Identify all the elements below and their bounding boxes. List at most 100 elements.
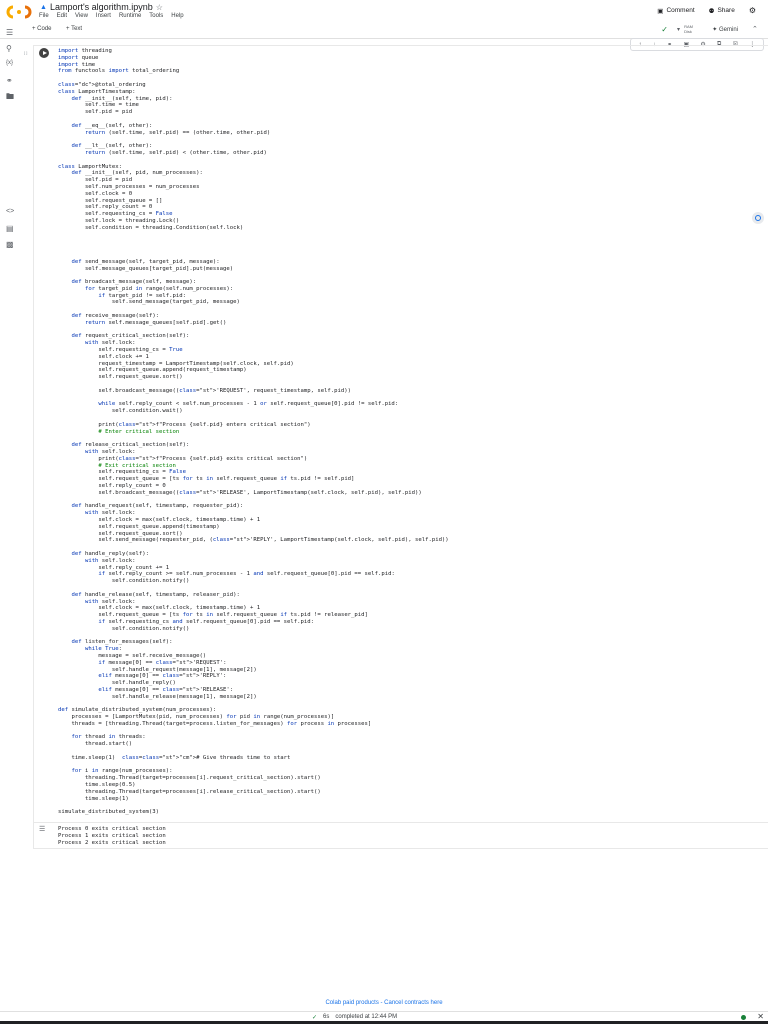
variables-icon[interactable]: {x}	[6, 60, 13, 66]
code-line[interactable]: processes = [LamportMutex(pid, num_proce…	[58, 714, 449, 721]
code-line[interactable]: self.pid = pid	[58, 109, 449, 116]
code-line[interactable]: self.handle_release(message[1], message[…	[58, 694, 449, 701]
code-line[interactable]: self.num_processes = num_processes	[58, 184, 449, 191]
code-line[interactable]: with self.lock:	[58, 510, 449, 517]
code-line[interactable]	[58, 395, 449, 402]
code-line[interactable]: self.clock = 0	[58, 191, 449, 198]
code-line[interactable]: import threading	[58, 48, 449, 55]
code-line[interactable]	[58, 272, 449, 279]
code-line[interactable]: self.requesting_cs = False	[58, 211, 449, 218]
code-line[interactable]: def request_critical_section(self):	[58, 333, 449, 340]
code-line[interactable]: while self.reply_count < self.num_proces…	[58, 401, 449, 408]
code-line[interactable]: # Enter critical section	[58, 429, 449, 436]
code-line[interactable]	[58, 544, 449, 551]
code-line[interactable]: self.handle_reply()	[58, 680, 449, 687]
code-line[interactable]: def release_critical_section(self):	[58, 442, 449, 449]
code-line[interactable]: self.request_queue.sort()	[58, 374, 449, 381]
code-line[interactable]: self.reply_count = 0	[58, 483, 449, 490]
code-line[interactable]: self.broadcast_message((class="st">'REQU…	[58, 388, 449, 395]
menu-edit[interactable]: Edit	[57, 13, 67, 19]
code-line[interactable]: with self.lock:	[58, 558, 449, 565]
code-line[interactable]: self.reply_count = 0	[58, 204, 449, 211]
code-line[interactable]: def broadcast_message(self, message):	[58, 279, 449, 286]
code-line[interactable]: self.lock = threading.Lock()	[58, 218, 449, 225]
footer-links[interactable]: Colab paid products - Cancel contracts h…	[0, 1000, 768, 1006]
code-line[interactable]: def listen_for_messages(self):	[58, 639, 449, 646]
code-line[interactable]: elif message[0] == class="st">'REPLY':	[58, 673, 449, 680]
code-line[interactable]: request_timestamp = LamportTimestamp(sel…	[58, 361, 449, 368]
code-line[interactable]: if target_pid != self.pid:	[58, 293, 449, 300]
code-line[interactable]: with self.lock:	[58, 449, 449, 456]
code-line[interactable]: self.pid = pid	[58, 177, 449, 184]
code-line[interactable]: self.condition = threading.Condition(sel…	[58, 225, 449, 232]
code-line[interactable]: self.send_message(target_pid, message)	[58, 299, 449, 306]
code-line[interactable]: return (self.time, self.pid) < (other.ti…	[58, 150, 449, 157]
code-line[interactable]: def handle_reply(self):	[58, 551, 449, 558]
code-line[interactable]	[58, 633, 449, 640]
code-line[interactable]	[58, 75, 449, 82]
code-line[interactable]	[58, 136, 449, 143]
comment-button[interactable]: ▣ Comment	[657, 7, 694, 15]
code-line[interactable]: while True:	[58, 646, 449, 653]
code-line[interactable]: time.sleep(1)	[58, 796, 449, 803]
command-palette-icon[interactable]: ▤	[6, 224, 14, 233]
code-line[interactable]: self.request_queue = [ts for ts in self.…	[58, 612, 449, 619]
share-button[interactable]: ⚉ Share	[709, 7, 735, 15]
code-line[interactable]: with self.lock:	[58, 340, 449, 347]
code-line[interactable]	[58, 728, 449, 735]
code-line[interactable]: class LamportTimestamp:	[58, 89, 449, 96]
code-line[interactable]: print(class="st">f"Process {self.pid} ex…	[58, 456, 449, 463]
code-snippets-icon[interactable]: <>	[6, 208, 14, 215]
code-line[interactable]: self.send_message(requester_pid, (class=…	[58, 537, 448, 544]
code-line[interactable]: class LamportMutex:	[58, 164, 449, 171]
code-line[interactable]: self.time = time	[58, 102, 449, 109]
run-cell-button[interactable]	[39, 48, 49, 58]
code-line[interactable]: self.request_queue.sort()	[58, 531, 449, 538]
menu-file[interactable]: File	[39, 13, 49, 19]
code-line[interactable]: def __init__(self, time, pid):	[58, 96, 449, 103]
files-folder-icon[interactable]: 🖿	[6, 91, 14, 105]
code-line[interactable]: self.clock = max(self.clock, timestamp.t…	[58, 605, 449, 612]
code-line[interactable]	[58, 232, 449, 239]
star-icon[interactable]: ☆	[156, 3, 163, 12]
menu-insert[interactable]: Insert	[96, 13, 111, 19]
code-line[interactable]: if self.requesting_cs and self.request_q…	[58, 619, 449, 626]
collapse-chevron-icon[interactable]: ⌃	[752, 25, 758, 33]
code-line[interactable]: class="dc">@total_ordering	[58, 82, 449, 89]
code-line[interactable]: import time	[58, 62, 449, 69]
code-line[interactable]: def __lt__(self, other):	[58, 143, 449, 150]
code-line[interactable]: def __eq__(self, other):	[58, 123, 449, 130]
execution-status[interactable]: ✓ 6s completed at 12:44 PM	[312, 1014, 397, 1021]
code-line[interactable]: print(class="st">f"Process {self.pid} en…	[58, 422, 449, 429]
code-line[interactable]: threading.Thread(target=processes[i].rel…	[58, 789, 449, 796]
code-line[interactable]: def handle_release(self, timestamp, rele…	[58, 592, 449, 599]
code-line[interactable]: self.request_queue.append(timestamp)	[58, 524, 449, 531]
menu-help[interactable]: Help	[171, 13, 183, 19]
code-line[interactable]: self.requesting_cs = False	[58, 469, 449, 476]
code-line[interactable]: if message[0] == class="st">'REQUEST':	[58, 660, 449, 667]
code-line[interactable]: time.sleep(0.5)	[58, 782, 449, 789]
code-line[interactable]	[58, 157, 449, 164]
secrets-key-icon[interactable]: ⚭	[6, 76, 13, 85]
code-line[interactable]: self.condition.wait()	[58, 408, 449, 415]
add-code-cell-button[interactable]: + Code	[32, 26, 52, 32]
terminal-icon[interactable]: ▩	[6, 240, 14, 249]
code-line[interactable]	[58, 497, 449, 504]
code-line[interactable]	[58, 252, 449, 259]
code-line[interactable]: time.sleep(1) class=class="st">"cm"># Gi…	[58, 755, 449, 762]
output-actions-icon[interactable]: ☰	[39, 825, 45, 833]
code-line[interactable]: from functools import total_ordering	[58, 68, 449, 75]
close-status-icon[interactable]: ✕	[757, 1012, 764, 1021]
code-line[interactable]: # Exit critical section	[58, 463, 449, 470]
code-line[interactable]: def handle_request(self, timestamp, requ…	[58, 503, 449, 510]
code-line[interactable]: def simulate_distributed_system(num_proc…	[58, 707, 449, 714]
menu-view[interactable]: View	[75, 13, 88, 19]
code-line[interactable]: self.reply_count += 1	[58, 565, 449, 572]
code-line[interactable]	[58, 116, 449, 123]
colab-logo-icon[interactable]	[6, 5, 32, 19]
code-line[interactable]	[58, 415, 449, 422]
gemini-button[interactable]: ✦ Gemini	[712, 26, 738, 33]
code-line[interactable]	[58, 802, 449, 809]
code-line[interactable]: self.request_queue = []	[58, 198, 449, 205]
code-line[interactable]	[58, 306, 449, 313]
